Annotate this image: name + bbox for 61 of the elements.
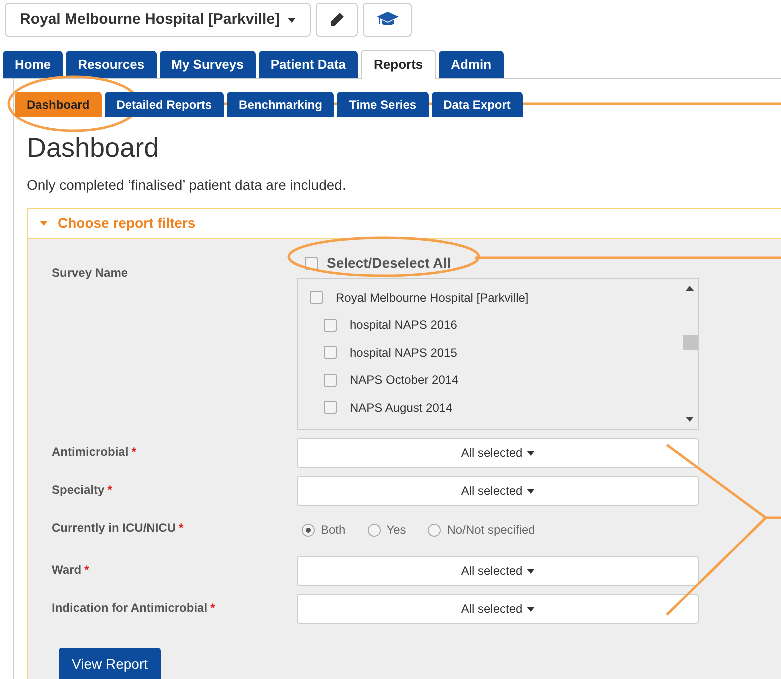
nav-tab[interactable]: Resources xyxy=(66,51,157,78)
caret-icon xyxy=(526,568,535,574)
checkbox[interactable] xyxy=(324,401,337,414)
list-item-label[interactable]: hospital NAPS 2016 xyxy=(350,316,458,334)
caret-icon xyxy=(526,450,535,456)
checkbox[interactable] xyxy=(324,346,337,360)
radio-label[interactable]: Both xyxy=(321,521,346,539)
required-mark: * xyxy=(179,520,184,537)
required-mark: * xyxy=(210,600,216,617)
radio-label[interactable]: Yes xyxy=(386,521,406,539)
required-mark: * xyxy=(84,562,90,579)
caret-icon xyxy=(526,488,535,494)
sub-tab[interactable]: Dashboard xyxy=(15,92,102,117)
site-dropdown[interactable]: Royal Melbourne Hospital [Parkville] xyxy=(5,3,312,37)
required-mark: * xyxy=(108,482,112,499)
radio-button[interactable] xyxy=(368,524,381,536)
radio-button[interactable] xyxy=(428,524,442,536)
edit-button[interactable] xyxy=(316,3,358,37)
page-heading: Dashboard xyxy=(27,132,160,164)
field-label: Indication for Antimicrobial xyxy=(52,600,208,617)
nav-tab[interactable]: My Surveys xyxy=(160,51,256,78)
field-label: Specialty xyxy=(52,482,105,499)
list-item-label[interactable]: Royal Melbourne Hospital [Parkville] xyxy=(336,288,529,307)
view-report-button[interactable]: View Report xyxy=(59,648,162,679)
caret-icon xyxy=(288,18,296,22)
field-label: Antimicrobial xyxy=(52,444,129,461)
multiselect-dropdown[interactable]: All selected xyxy=(297,594,699,624)
sub-tab[interactable]: Data Export xyxy=(432,92,523,117)
scroll-up-icon xyxy=(686,286,694,291)
multiselect-dropdown[interactable]: All selected xyxy=(297,438,699,468)
sub-tab[interactable]: Detailed Reports xyxy=(104,92,224,117)
field-label: Currently in ICU/NICU xyxy=(52,520,176,537)
training-button[interactable] xyxy=(363,3,412,37)
required-mark: * xyxy=(132,444,136,461)
caret-icon xyxy=(526,606,535,612)
survey-list[interactable]: Royal Melbourne Hospital [Parkville] hospital NAPS 2016 hospital NAPS 2015 NAPS October 2014 NAPS August 2014 xyxy=(297,278,699,430)
checkbox[interactable] xyxy=(310,291,323,304)
pencil-icon xyxy=(329,12,346,28)
sub-tab[interactable]: Time Series xyxy=(337,92,429,117)
list-item-label[interactable]: NAPS August 2014 xyxy=(350,398,453,417)
checkbox[interactable] xyxy=(324,374,337,387)
multiselect-dropdown[interactable]: All selected xyxy=(297,556,699,586)
sub-tab[interactable]: Benchmarking xyxy=(227,92,334,117)
multiselect-dropdown[interactable]: All selected xyxy=(297,476,699,506)
radio-label[interactable]: No/Not specified xyxy=(447,521,536,539)
nav-tab[interactable]: Home xyxy=(3,51,64,78)
scroll-thumb[interactable] xyxy=(683,335,698,350)
graduation-cap-icon xyxy=(376,12,399,28)
radio-button[interactable] xyxy=(302,524,315,536)
nav-tab[interactable]: Reports xyxy=(361,50,436,79)
checkbox[interactable] xyxy=(324,318,337,332)
checkbox-label[interactable]: Select/Deselect All xyxy=(327,252,451,274)
caret-icon xyxy=(40,221,48,226)
nav-tab[interactable]: Patient Data xyxy=(258,51,358,78)
field-label: Ward xyxy=(52,562,82,579)
field-label: Survey Name xyxy=(52,265,128,282)
list-item-label[interactable]: NAPS October 2014 xyxy=(350,371,459,390)
info-text: Only completed ‘finalised’ patient data are included. xyxy=(27,176,348,195)
list-item-label[interactable]: hospital NAPS 2015 xyxy=(350,344,458,362)
scroll-down-icon xyxy=(686,417,694,422)
nav-tab[interactable]: Admin xyxy=(439,51,504,78)
